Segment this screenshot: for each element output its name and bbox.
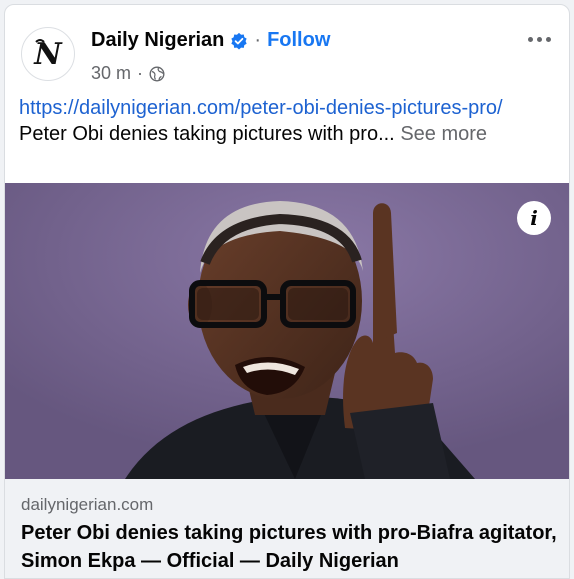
post-timestamp[interactable]: 30 m <box>91 63 131 84</box>
more-dot <box>536 36 542 42</box>
post-image[interactable]: i <box>5 183 569 479</box>
name-follow-separator: · <box>254 29 262 51</box>
see-more-button[interactable]: See more <box>400 123 487 145</box>
meta-separator: · <box>137 63 144 83</box>
follow-button[interactable]: Follow <box>267 29 330 52</box>
link-preview[interactable]: dailynigerian.com Peter Obi denies takin… <box>5 479 569 578</box>
post-meta: 30 m · <box>91 63 165 84</box>
preview-headline[interactable]: Peter Obi denies taking pictures with pr… <box>21 519 557 575</box>
post-text: https://dailynigerian.com/peter-obi-deni… <box>19 95 555 147</box>
info-button[interactable]: i <box>517 201 551 235</box>
post-card: N Daily Nigerian · Follow 30 m · https:/… <box>4 4 570 579</box>
page-avatar[interactable]: N <box>21 27 75 81</box>
more-dot <box>527 36 533 42</box>
speaker-photo <box>5 183 569 479</box>
page-name[interactable]: Daily Nigerian <box>91 29 224 52</box>
preview-domain: dailynigerian.com <box>21 495 154 514</box>
page-name-row: Daily Nigerian · Follow <box>91 29 330 52</box>
more-options-icon[interactable] <box>523 27 555 51</box>
post-header: N Daily Nigerian · Follow 30 m · <box>5 5 569 93</box>
svg-text:N: N <box>33 37 63 72</box>
verified-badge-icon <box>231 32 248 49</box>
excerpt-text: Peter Obi denies taking pictures with pr… <box>19 123 395 145</box>
more-dot <box>545 36 551 42</box>
daily-nigerian-logo-icon: N <box>33 37 63 72</box>
post-link[interactable]: https://dailynigerian.com/peter-obi-deni… <box>19 95 555 121</box>
post-excerpt: Peter Obi denies taking pictures with pr… <box>19 121 555 147</box>
globe-icon[interactable] <box>149 65 165 82</box>
